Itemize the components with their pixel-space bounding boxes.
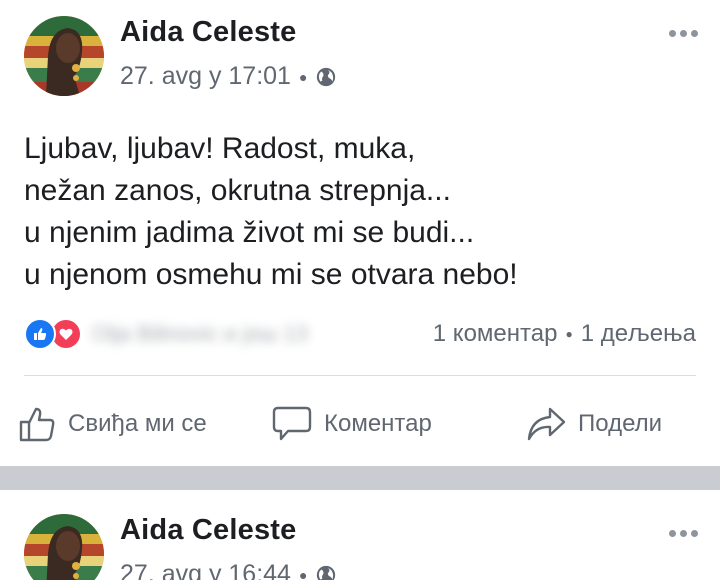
separator-dot: ●	[565, 327, 573, 341]
post-actions: Свиђа ми се Коментар Подели	[0, 396, 720, 452]
share-button[interactable]: Подели	[526, 396, 662, 452]
author-name[interactable]: Aida Celeste	[120, 514, 296, 547]
separator-dot: ●	[298, 566, 308, 580]
thumbs-up-icon	[19, 407, 55, 442]
comment-label: Коментар	[324, 410, 432, 437]
post-text-line: u njenom osmehu mi se otvara nebo!	[24, 258, 518, 291]
more-options-icon[interactable]	[669, 30, 698, 37]
post-meta: 27. avg у 17:01 ●	[120, 62, 337, 91]
like-icon	[24, 318, 56, 350]
globe-icon	[317, 67, 336, 86]
feed-post: Aida Celeste 27. avg у 17:01 ● Ljubav, l…	[0, 0, 720, 466]
timestamp[interactable]: 27. avg у 17:01	[120, 62, 291, 91]
avatar[interactable]	[24, 514, 104, 580]
reaction-icons[interactable]	[24, 318, 82, 350]
share-count[interactable]: 1 дељења	[581, 320, 696, 348]
comment-icon	[272, 406, 312, 441]
author-name[interactable]: Aida Celeste	[120, 16, 296, 49]
feed-separator	[0, 466, 720, 490]
post-text-line: nežan zanos, okrutna strepnja...	[24, 174, 451, 207]
reactions-bar: Olja Bilinovic и још 13 1 коментар ● 1 д…	[24, 316, 696, 352]
post-text-line: u njenim jadima život mi se budi...	[24, 216, 475, 249]
avatar[interactable]	[24, 16, 104, 96]
share-label: Подели	[578, 410, 663, 437]
share-icon	[527, 407, 566, 441]
separator-dot: ●	[298, 68, 308, 85]
engagement-counts: 1 коментар ● 1 дељења	[433, 320, 696, 348]
comment-count[interactable]: 1 коментар	[433, 320, 558, 348]
timestamp[interactable]: 27. avg у 16:44	[120, 560, 291, 580]
like-button[interactable]: Свиђа ми се	[18, 396, 207, 452]
divider	[24, 375, 696, 376]
post-text: Ljubav, ljubav! Radost, muka, nežan zano…	[24, 128, 518, 296]
reaction-names[interactable]: Olja Bilinovic и још 13	[92, 321, 308, 347]
post-meta: 27. avg у 16:44 ●	[120, 560, 337, 580]
like-label: Свиђа ми се	[68, 410, 207, 437]
post-text-line: Ljubav, ljubav! Radost, muka,	[24, 132, 416, 165]
globe-icon	[317, 565, 336, 580]
feed-post: Aida Celeste 27. avg у 16:44 ●	[0, 490, 720, 580]
comment-button[interactable]: Коментар	[272, 396, 432, 452]
more-options-icon[interactable]	[669, 530, 698, 537]
